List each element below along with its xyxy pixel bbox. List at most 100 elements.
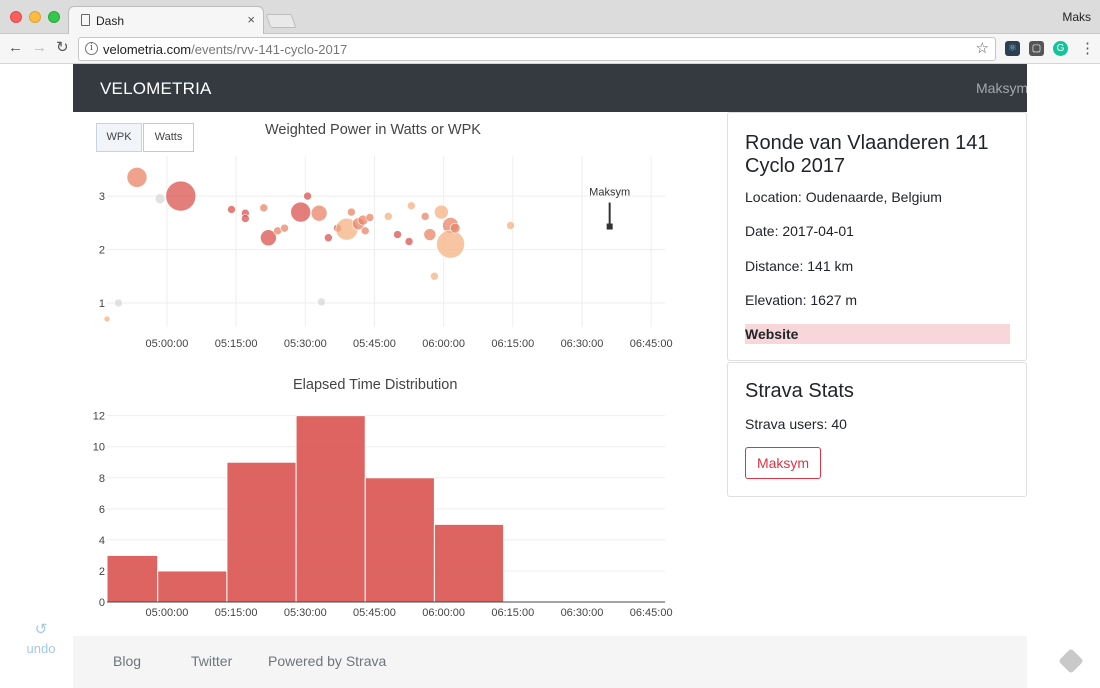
scatter-point: [506, 221, 515, 230]
strava-stats-title: Strava Stats: [745, 380, 854, 402]
x-tick-label: 06:15:00: [491, 607, 534, 619]
x-tick-label: 05:30:00: [284, 607, 327, 619]
minimize-window-button[interactable]: [29, 11, 41, 23]
browser-tab[interactable]: Dash ×: [68, 6, 264, 34]
event-website-link[interactable]: Website: [745, 324, 1010, 344]
address-bar[interactable]: i velometria.com/events/rvv-141-cyclo-20…: [78, 37, 996, 61]
power-scatter-plot[interactable]: 05:00:00 05:15:00 05:30:00 05:45:00 06:00:00…: [73, 152, 673, 362]
highlight-marker: [606, 223, 613, 230]
x-tick-label: 06:45:00: [630, 338, 673, 350]
url-host: velometria.com: [103, 42, 192, 57]
y-tick-label: 1: [99, 298, 105, 310]
y-tick-label: 2: [99, 245, 105, 257]
scatter-point: [393, 230, 402, 239]
scatter-point: [423, 228, 437, 241]
scatter-point: [290, 201, 311, 223]
x-tick-label: 05:00:00: [146, 338, 189, 350]
strava-users-count: Strava users: 40: [745, 416, 847, 432]
tab-title: Dash: [96, 14, 125, 28]
scatter-point: [303, 191, 312, 201]
x-tick-label: 06:00:00: [422, 607, 465, 619]
browser-menu-icon[interactable]: ⋮: [1080, 39, 1095, 57]
y-tick-label: 2: [99, 566, 105, 578]
back-arrow-icon[interactable]: ←: [8, 39, 23, 56]
browser-toolbar: ← → ↻ i velometria.com/events/rvv-141-cy…: [0, 34, 1100, 64]
page-icon: [81, 14, 90, 26]
site-navbar: VELOMETRIA Maksym: [73, 64, 1028, 112]
scatter-point: [404, 237, 414, 246]
nav-user-link[interactable]: Maksym: [976, 80, 1028, 96]
shield-extension-icon[interactable]: ▢: [1029, 41, 1044, 56]
forward-arrow-icon[interactable]: →: [32, 39, 47, 56]
scatter-point: [165, 180, 197, 212]
elapsed-time-histogram[interactable]: 0 2 4 6 8 10 12 05:00:00 05:15:00 05:30:00 05:45:0…: [73, 407, 673, 622]
x-tick-label: 06:00:00: [422, 338, 465, 350]
y-tick-label: 3: [99, 191, 105, 203]
event-distance: Distance: 141 km: [745, 258, 854, 274]
x-tick-label: 05:45:00: [353, 607, 396, 619]
bookmark-star-icon[interactable]: ☆: [976, 39, 989, 57]
scatter-point: [449, 222, 461, 234]
scatter-point: [259, 203, 269, 213]
histogram-bar: [364, 477, 435, 603]
close-window-button[interactable]: [10, 11, 22, 23]
scatter-point: [360, 226, 370, 236]
footer-link-twitter[interactable]: Twitter: [191, 653, 232, 669]
url-text[interactable]: velometria.com/events/rvv-141-cyclo-2017: [103, 42, 347, 57]
scatter-point: [324, 233, 333, 243]
watts-toggle-button[interactable]: Watts: [143, 123, 194, 152]
x-tick-label: 06:30:00: [561, 607, 604, 619]
x-tick-label: 05:15:00: [215, 607, 258, 619]
scatter-point: [154, 193, 166, 205]
footer-link-powered-by-strava[interactable]: Powered by Strava: [268, 653, 386, 669]
y-tick-label: 12: [93, 411, 105, 423]
close-tab-icon[interactable]: ×: [247, 12, 255, 27]
x-tick-label: 06:15:00: [491, 338, 534, 350]
x-tick-label: 06:45:00: [630, 607, 673, 619]
footer-link-blog[interactable]: Blog: [113, 653, 141, 669]
scatter-point: [420, 212, 430, 221]
x-tick-label: 05:15:00: [215, 338, 258, 350]
y-tick-label: 8: [99, 473, 105, 485]
strava-user-button[interactable]: Maksym: [745, 447, 821, 479]
maximize-window-button[interactable]: [48, 11, 60, 23]
y-tick-label: 0: [99, 597, 105, 609]
power-chart-title: Weighted Power in Watts or WPK: [265, 122, 481, 138]
grammarly-icon[interactable]: G: [1053, 41, 1068, 56]
event-date: Date: 2017-04-01: [745, 223, 854, 239]
wpk-toggle-button[interactable]: WPK: [96, 123, 142, 152]
scatter-point: [365, 213, 375, 222]
scatter-point: [436, 229, 465, 259]
undo-label: undo: [26, 641, 56, 656]
scatter-point: [434, 204, 449, 220]
scatter-point: [114, 298, 123, 308]
x-tick-label: 06:30:00: [561, 338, 604, 350]
y-tick-label: 10: [93, 442, 105, 454]
react-devtools-icon[interactable]: ⚛: [1005, 41, 1020, 56]
site-info-icon[interactable]: i: [85, 42, 98, 55]
scatter-point: [103, 315, 111, 323]
x-tick-label: 05:00:00: [146, 607, 189, 619]
event-title: Ronde van Vlaanderen 141 Cyclo 2017: [745, 132, 989, 177]
event-location: Location: Oudenaarde, Belgium: [745, 189, 942, 205]
event-elevation: Elevation: 1627 m: [745, 292, 858, 308]
scatter-point: [227, 205, 236, 214]
profile-name[interactable]: Maks: [1062, 10, 1091, 24]
scatter-point: [347, 207, 356, 217]
new-tab-button[interactable]: [265, 14, 297, 28]
event-info-card: Ronde van Vlaanderen 141 Cyclo 2017 Loca…: [727, 112, 1027, 361]
histogram-bar: [295, 415, 366, 603]
x-tick-label: 05:30:00: [284, 338, 327, 350]
scatter-point: [384, 212, 393, 221]
undo-button[interactable]: ↺ undo: [24, 620, 58, 664]
histogram-bar: [157, 570, 228, 603]
scatter-point: [407, 201, 416, 210]
y-tick-label: 6: [99, 504, 105, 516]
site-footer: Blog Twitter Powered by Strava: [73, 636, 1027, 688]
x-tick-label: 05:45:00: [353, 338, 396, 350]
brand-logo[interactable]: VELOMETRIA: [100, 79, 212, 99]
reload-icon[interactable]: ↻: [56, 38, 69, 56]
dash-debug-icon[interactable]: [1058, 648, 1084, 674]
scatter-point: [241, 214, 250, 223]
elapsed-chart-title: Elapsed Time Distribution: [293, 377, 458, 393]
